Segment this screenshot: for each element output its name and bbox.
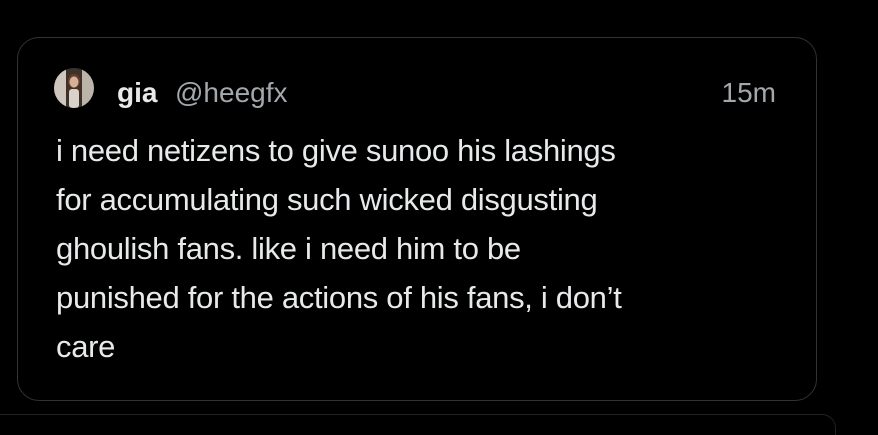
tweet-text: i need netizens to give sunoo his lashin…	[56, 126, 796, 371]
tweet-text-line: i need netizens to give sunoo his lashin…	[56, 133, 616, 168]
timestamp[interactable]: 15m	[722, 77, 776, 109]
avatar-photo-icon	[54, 68, 94, 108]
avatar[interactable]	[54, 68, 94, 108]
tweet-text-line: care	[56, 329, 116, 364]
tweet-text-line: punished for the actions of his fans, i …	[56, 280, 622, 315]
underlying-card-edge	[0, 414, 836, 435]
user-handle[interactable]: @heegfx	[175, 77, 288, 109]
tweet-text-line: for accumulating such wicked disgusting	[56, 182, 598, 217]
tweet-text-line: ghoulish fans. like i need him to be	[56, 231, 521, 266]
display-name[interactable]: gia	[117, 77, 157, 109]
